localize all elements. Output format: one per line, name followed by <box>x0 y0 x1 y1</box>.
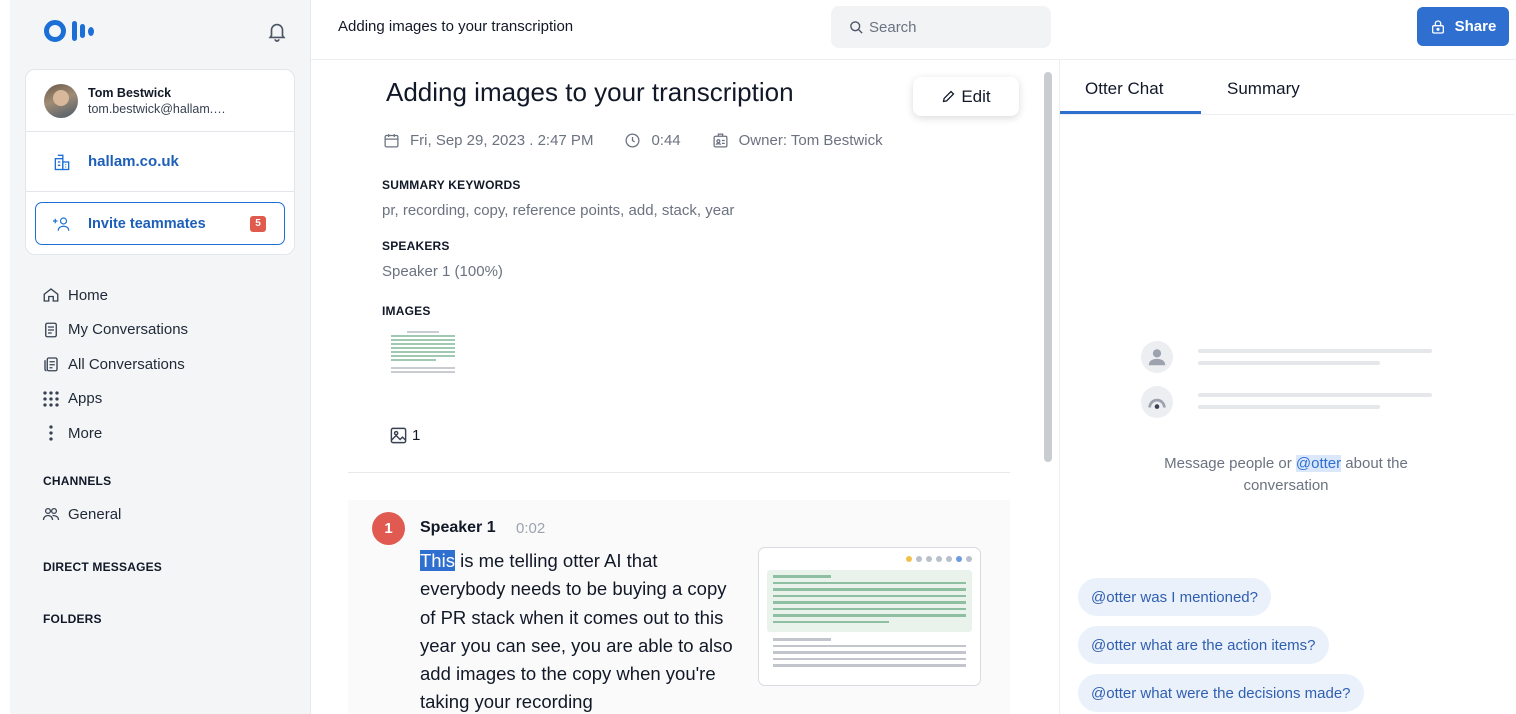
image-count[interactable]: 1 <box>389 426 420 445</box>
tab-otter-chat[interactable]: Otter Chat <box>1085 79 1163 99</box>
conversation-owner: Owner: Tom Bestwick <box>738 132 883 149</box>
speakers-list[interactable]: Speaker 1 (100%) <box>382 263 503 280</box>
placeholder-line <box>1198 405 1380 409</box>
workspace-link[interactable]: hallam.co.uk <box>26 132 294 192</box>
nav-more[interactable]: More <box>42 416 188 451</box>
sidebar: Tom Bestwick tom.bestwick@hallam.… halla… <box>10 0 311 714</box>
summary-keywords-heading: SUMMARY KEYWORDS <box>382 178 521 192</box>
owner-badge-icon <box>712 132 729 149</box>
image-thumbnail[interactable] <box>388 328 458 392</box>
segment-timestamp[interactable]: 0:02 <box>516 520 545 537</box>
embedded-image[interactable] <box>758 547 981 686</box>
nav-all-conversations[interactable]: All Conversations <box>42 347 188 382</box>
person-placeholder-icon <box>1141 341 1173 373</box>
workspace-name: hallam.co.uk <box>88 153 179 170</box>
conversation-meta: Fri, Sep 29, 2023 . 2:47 PM 0:44 Owner: … <box>383 132 914 149</box>
otter-placeholder-icon <box>1141 386 1173 418</box>
conversation-panel: Adding images to your transcription Edit… <box>312 60 1044 714</box>
conversation-title: Adding images to your transcription <box>386 77 794 107</box>
speakers-heading: SPEAKERS <box>382 239 450 253</box>
suggestion-chip[interactable]: @otter what are the action items? <box>1078 626 1329 664</box>
nav-apps-label: Apps <box>68 390 103 408</box>
nav-all-conversations-label: All Conversations <box>68 355 185 373</box>
right-panel: Otter Chat Summary Message people or @ot… <box>1059 60 1515 714</box>
home-icon <box>42 286 60 304</box>
suggestion-chip[interactable]: @otter what were the decisions made? <box>1078 674 1364 712</box>
suggestion-chip[interactable]: @otter was I mentioned? <box>1078 578 1271 616</box>
page-title: Adding images to your transcription <box>338 18 574 35</box>
transcript-segment: 1 Speaker 1 0:02 This is me telling otte… <box>348 500 1010 714</box>
nav-home[interactable]: Home <box>42 278 188 313</box>
account-card: Tom Bestwick tom.bestwick@hallam.… halla… <box>25 69 295 255</box>
bell-icon[interactable] <box>266 20 288 42</box>
speaker-avatar[interactable]: 1 <box>372 512 405 545</box>
nav-my-conversations[interactable]: My Conversations <box>42 313 188 348</box>
add-person-icon <box>53 216 70 231</box>
summary-keywords[interactable]: pr, recording, copy, reference points, a… <box>382 202 734 219</box>
speaker-name[interactable]: Speaker 1 <box>420 519 496 537</box>
transcript-text[interactable]: This is me telling otter AI that everybo… <box>420 547 738 714</box>
calendar-icon <box>383 132 400 149</box>
nav-apps[interactable]: Apps <box>42 382 188 417</box>
edit-button[interactable]: Edit <box>913 77 1019 116</box>
building-icon <box>54 154 70 170</box>
panel-tabs: Otter Chat Summary <box>1060 60 1515 115</box>
nav-more-label: More <box>68 424 103 442</box>
placeholder-line <box>1198 393 1432 397</box>
main-nav: Home My Conversations All Conversations … <box>42 278 188 451</box>
user-profile[interactable]: Tom Bestwick tom.bestwick@hallam.… <box>26 70 294 132</box>
images-heading: IMAGES <box>382 304 431 318</box>
lock-icon <box>1431 19 1444 34</box>
chat-empty-message: Message people or @otter about the conve… <box>1155 453 1417 497</box>
documents-icon <box>42 355 60 373</box>
search-box[interactable] <box>831 6 1051 48</box>
conversation-date: Fri, Sep 29, 2023 . 2:47 PM <box>410 132 594 149</box>
section-divider <box>348 472 1010 473</box>
clock-icon <box>624 132 641 149</box>
empty-message-text: Message people or <box>1164 455 1296 472</box>
search-input[interactable] <box>869 18 1029 36</box>
invite-label: Invite teammates <box>88 215 206 232</box>
nav-my-conversations-label: My Conversations <box>68 321 189 339</box>
nav-home-label: Home <box>68 286 109 304</box>
transcript-body: is me telling otter AI that everybody ne… <box>420 550 733 713</box>
search-icon <box>850 20 863 34</box>
user-email: tom.bestwick@hallam.… <box>88 101 226 116</box>
folders-heading[interactable]: FOLDERS <box>43 612 102 626</box>
share-label: Share <box>1454 18 1497 35</box>
more-vertical-icon <box>42 424 60 442</box>
grid-icon <box>42 390 60 408</box>
tab-summary[interactable]: Summary <box>1227 79 1300 99</box>
otter-logo[interactable] <box>44 20 94 42</box>
otter-mention: @otter <box>1295 455 1342 472</box>
main-scrollbar[interactable] <box>1044 72 1052 462</box>
invite-count-badge: 5 <box>250 216 266 232</box>
invite-teammates-button[interactable]: Invite teammates 5 <box>35 202 285 245</box>
edit-label: Edit <box>961 86 991 106</box>
share-button[interactable]: Share <box>1417 7 1509 46</box>
document-icon <box>42 321 60 339</box>
user-name: Tom Bestwick <box>88 85 172 100</box>
pencil-icon <box>943 90 955 103</box>
image-count-value: 1 <box>412 427 421 444</box>
channels-heading: CHANNELS <box>43 474 112 488</box>
image-icon <box>390 427 407 444</box>
avatar <box>44 83 78 118</box>
placeholder-line <box>1198 349 1432 353</box>
active-tab-indicator <box>1060 111 1201 114</box>
channel-general-label: General <box>68 505 122 523</box>
channel-general[interactable]: General <box>42 505 121 523</box>
direct-messages-heading[interactable]: DIRECT MESSAGES <box>43 560 162 574</box>
people-icon <box>42 505 60 523</box>
highlighted-word[interactable]: This <box>420 550 455 571</box>
placeholder-line <box>1198 361 1380 365</box>
conversation-duration: 0:44 <box>651 132 681 149</box>
